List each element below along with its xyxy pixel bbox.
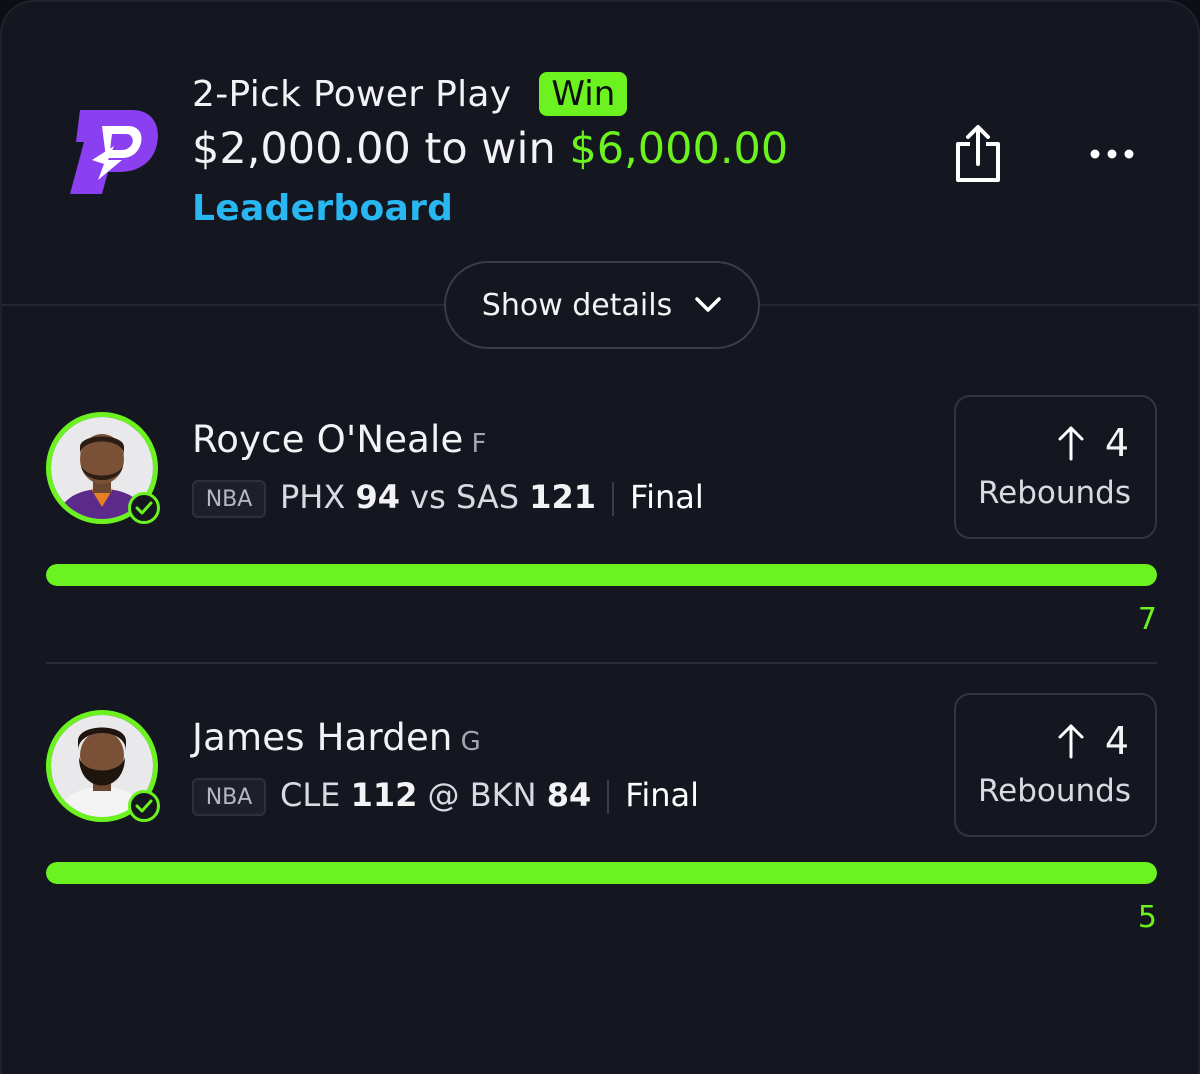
player-name: James Harden G xyxy=(192,716,481,759)
pick-row: James Harden G NBA CLE 112 @ BKN 84 Final … xyxy=(2,693,1200,970)
arrow-up-icon xyxy=(1058,724,1084,759)
team1: PHX xyxy=(280,478,346,516)
share-icon xyxy=(956,125,1000,182)
player-name-text: Royce O'Neale xyxy=(192,418,464,461)
arrow-up-icon xyxy=(1058,426,1084,461)
entry-title-row: 2-Pick Power Play Win xyxy=(192,72,628,116)
result-badge: Win xyxy=(539,72,628,116)
game-matchup: CLE 112 @ BKN 84 Final xyxy=(280,776,699,814)
prizepicks-logo-icon xyxy=(62,102,166,206)
progress-bar xyxy=(46,564,1157,586)
player-avatar xyxy=(46,412,160,524)
team2: SAS xyxy=(455,478,520,516)
player-position: F xyxy=(471,429,487,459)
more-options-icon xyxy=(1090,149,1134,159)
team2: BKN xyxy=(469,776,537,814)
show-details-button[interactable]: Show details xyxy=(444,261,760,349)
chevron-down-icon xyxy=(695,297,721,312)
to-win-text: to win xyxy=(424,124,556,174)
more-options-button[interactable] xyxy=(1086,134,1138,174)
player-name: Royce O'Neale F xyxy=(192,418,487,461)
player-name-text: James Harden xyxy=(192,716,453,759)
check-circle-icon xyxy=(128,790,160,822)
score1: 112 xyxy=(350,776,418,814)
actual-value: 5 xyxy=(1137,900,1157,935)
progress-bar xyxy=(46,862,1157,884)
pick-row: Royce O'Neale F NBA PHX 94 vs SAS 121 Fina… xyxy=(2,395,1200,672)
game-status: Final xyxy=(625,776,700,814)
entry-card: 2-Pick Power Play Win $2,000.00 to win $… xyxy=(0,0,1200,1074)
show-details-label: Show details xyxy=(481,287,673,323)
line-value: 4 xyxy=(1104,719,1129,763)
payout-amount: $6,000.00 xyxy=(569,124,789,174)
projection-box[interactable]: 4 Rebounds xyxy=(954,693,1157,837)
score1: 94 xyxy=(355,478,400,516)
row-divider xyxy=(46,662,1157,664)
actual-value: 7 xyxy=(1137,602,1157,637)
game-status: Final xyxy=(630,478,704,516)
stat-type: Rebounds xyxy=(978,475,1131,511)
projection-line: 4 xyxy=(1057,719,1129,763)
line-value: 4 xyxy=(1104,421,1129,465)
league-badge: NBA xyxy=(192,778,266,816)
progress-fill xyxy=(46,564,1157,586)
team1: CLE xyxy=(280,776,341,814)
projection-line: 4 xyxy=(1057,421,1129,465)
share-button[interactable] xyxy=(950,124,1006,186)
vertical-divider xyxy=(607,780,610,814)
player-position: G xyxy=(460,727,481,757)
leaderboard-link[interactable]: Leaderboard xyxy=(192,188,453,229)
entry-title: 2-Pick Power Play xyxy=(192,73,512,115)
matchup-separator: vs xyxy=(410,478,446,516)
matchup-separator: @ xyxy=(427,776,460,814)
stake-amount: $2,000.00 xyxy=(192,124,411,174)
game-matchup: PHX 94 vs SAS 121 Final xyxy=(280,478,704,516)
stat-type: Rebounds xyxy=(978,773,1131,809)
score2: 84 xyxy=(546,776,592,814)
projection-box[interactable]: 4 Rebounds xyxy=(954,395,1157,539)
progress-fill xyxy=(46,862,1157,884)
player-avatar xyxy=(46,710,160,822)
stake-summary: $2,000.00 to win $6,000.00 xyxy=(192,124,788,174)
check-circle-icon xyxy=(128,492,160,524)
league-badge: NBA xyxy=(192,480,266,518)
score2: 121 xyxy=(529,478,597,516)
vertical-divider xyxy=(612,482,615,516)
